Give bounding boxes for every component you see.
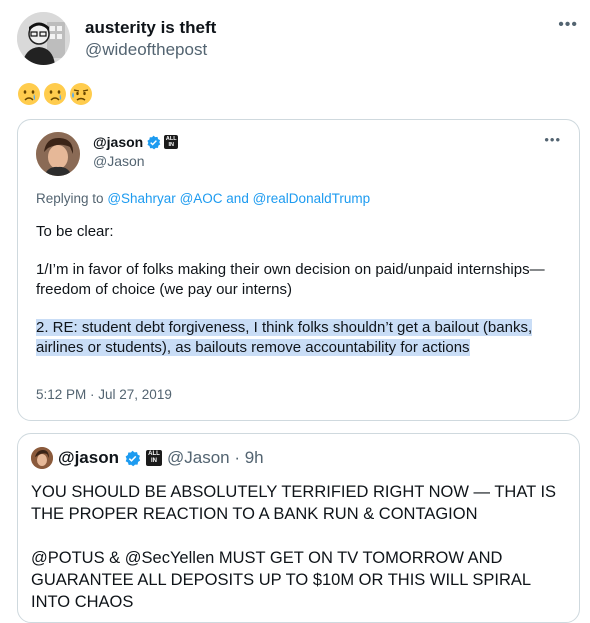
screenshot-author-name: @jason (93, 134, 144, 150)
screenshot-avatar (36, 132, 80, 176)
highlighted-paragraph: 2. RE: student debt forgiveness, I think… (36, 319, 533, 356)
display-name[interactable]: austerity is theft (85, 18, 216, 38)
user-handle[interactable]: @wideofthepost (85, 40, 207, 60)
crying-face-icon (18, 83, 40, 105)
screenshot-author: @jason ALL IN (93, 134, 179, 150)
screenshot-handle: @Jason (93, 153, 145, 169)
mention-link: and (226, 191, 249, 206)
quoted-author-name[interactable]: @jason (58, 448, 119, 468)
tweet-text (17, 82, 93, 106)
verified-badge-icon (125, 450, 141, 466)
quoted-paragraph: YOU SHOULD BE ABSOLUTELY TERRIFIED RIGHT… (31, 483, 557, 523)
replying-to: Replying to @Shahryar @AOC and @realDona… (36, 191, 371, 206)
crying-face-icon (44, 83, 66, 105)
quoted-tweet-header: @jason ALL IN @Jason · 9h (31, 447, 264, 469)
screenshot-timestamp: 5:12 PM · Jul 27, 2019 (36, 387, 172, 402)
quoted-tweet[interactable]: @jason ALL IN @Jason · 9h YOU SHOULD BE … (17, 433, 580, 623)
screenshot-paragraph: 1/I’m in favor of folks making their own… (36, 261, 545, 298)
screenshot-body: To be clear: 1/I’m in favor of folks mak… (36, 222, 564, 376)
tweet-header: austerity is theft @wideofthepost ••• (17, 12, 582, 68)
more-icon[interactable]: ••• (558, 16, 578, 34)
mention-link: @Shahryar (107, 191, 176, 206)
avatar[interactable] (17, 12, 70, 65)
more-icon: ••• (544, 132, 561, 147)
quoted-paragraph: @POTUS & @SecYellen MUST GET ON TV TOMOR… (31, 549, 531, 611)
quoted-handle-time: @Jason · 9h (166, 448, 264, 467)
all-in-badge-icon: ALL IN (164, 135, 179, 149)
quoted-tweet-body: YOU SHOULD BE ABSOLUTELY TERRIFIED RIGHT… (31, 481, 571, 622)
sad-but-relieved-face-icon (70, 83, 92, 105)
mention-link: @AOC (179, 191, 223, 206)
mention-link: @realDonaldTrump (252, 191, 371, 206)
embedded-screenshot[interactable]: @jason ALL IN @Jason ••• Replying to @Sh… (17, 119, 580, 421)
verified-badge-icon (147, 135, 161, 149)
quoted-avatar (31, 447, 53, 469)
screenshot-paragraph: To be clear: (36, 223, 114, 240)
all-in-badge-icon: ALL IN (145, 450, 162, 466)
